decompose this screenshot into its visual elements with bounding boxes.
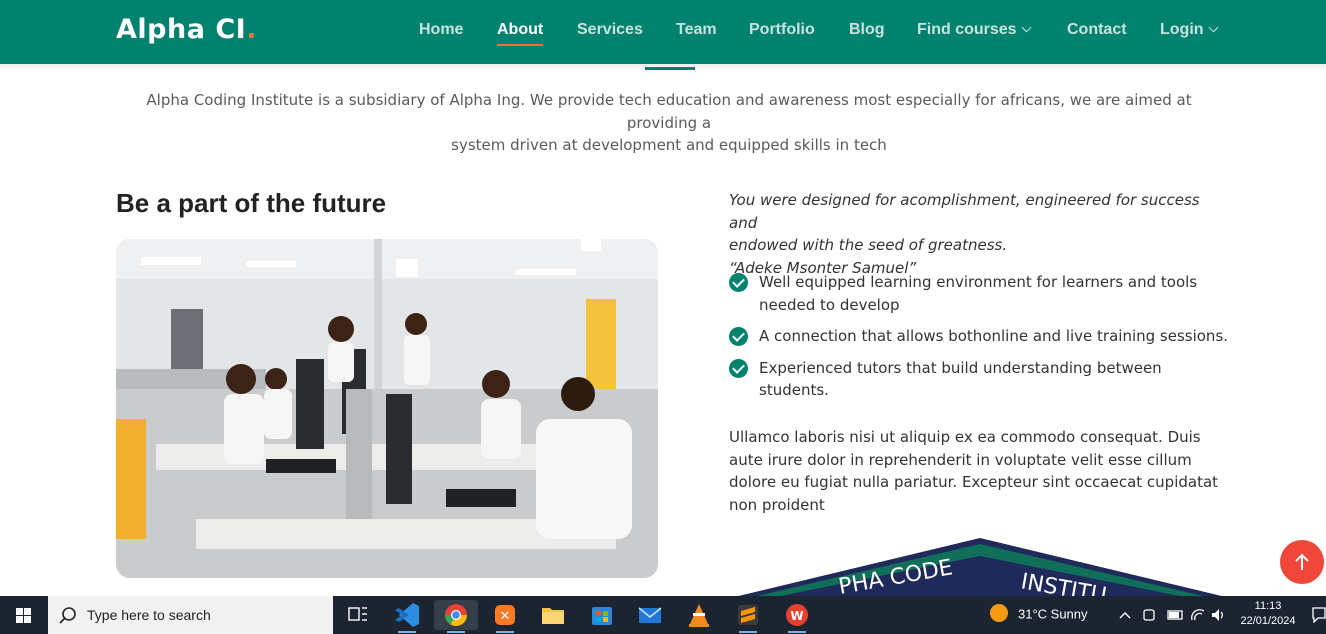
about-intro-line: system driven at development and equippe… xyxy=(451,136,887,154)
section-heading: Be a part of the future xyxy=(116,188,387,218)
quote-text: endowed with the seed of greatness. xyxy=(729,236,1008,254)
svg-text:W: W xyxy=(790,609,803,623)
quote-block: You were designed for acomplishment, eng… xyxy=(729,189,1229,279)
start-button[interactable] xyxy=(0,596,48,634)
chevron-down-icon xyxy=(1021,22,1032,33)
quote-text: You were designed for acomplishment, eng… xyxy=(729,191,1200,232)
wps-office-icon[interactable]: W xyxy=(775,600,819,633)
feature-text: Well equipped learning environment for l… xyxy=(759,273,1198,314)
chevron-up-icon xyxy=(1119,612,1131,619)
institute-badge-logo: PHA CODE INSTITU xyxy=(700,536,1260,598)
chevron-down-icon xyxy=(1208,22,1218,33)
sublime-text-icon[interactable] xyxy=(726,600,770,633)
task-view-icon[interactable] xyxy=(336,600,380,630)
nav-services[interactable]: Services xyxy=(577,21,643,39)
about-intro-line: Alpha Coding Institute is a subsidiary o… xyxy=(146,91,1192,132)
meet-now-icon xyxy=(1143,609,1155,621)
badge-shape: PHA CODE INSTITU xyxy=(730,538,1230,598)
about-paragraph: Ullamco laboris nisi ut aliquip ex ea co… xyxy=(729,428,1219,514)
nav-portfolio[interactable]: Portfolio xyxy=(749,21,815,39)
nav-blog[interactable]: Blog xyxy=(849,21,885,39)
svg-text:✕: ✕ xyxy=(500,609,511,624)
speaker-icon xyxy=(1212,609,1219,621)
nav-home[interactable]: Home xyxy=(419,21,463,39)
check-circle-icon xyxy=(729,358,748,378)
vscode-icon[interactable] xyxy=(385,600,429,633)
feature-text: A connection that allows bothonline and … xyxy=(759,327,1229,345)
classroom-illustration xyxy=(116,239,658,578)
weather-widget[interactable]: 31°C Sunny xyxy=(990,604,1088,624)
list-item: Experienced tutors that build understand… xyxy=(729,357,1229,402)
xampp-icon[interactable]: ✕ xyxy=(483,600,527,633)
search-icon xyxy=(59,607,76,624)
search-placeholder: Type here to search xyxy=(87,607,211,623)
feature-list: Well equipped learning environment for l… xyxy=(729,271,1229,411)
weather-text: 31°C Sunny xyxy=(1018,606,1088,622)
site-header: Alpha CI. Home About Services Team Portf… xyxy=(0,0,1326,64)
nav-login-label: Login xyxy=(1160,21,1204,38)
nav-find-courses-label: Find courses xyxy=(917,21,1017,38)
notification-icon[interactable] xyxy=(1312,607,1326,627)
nav-contact[interactable]: Contact xyxy=(1067,21,1127,39)
check-circle-icon xyxy=(729,327,748,346)
nav-login[interactable]: Login xyxy=(1160,21,1218,39)
main-nav: Home About Services Team Portfolio Blog … xyxy=(0,0,1326,64)
sun-icon xyxy=(990,604,1008,622)
nav-find-courses[interactable]: Find courses xyxy=(917,21,1032,39)
chrome-icon[interactable] xyxy=(434,600,478,633)
microsoft-store-icon[interactable] xyxy=(580,600,624,630)
arrow-up-icon xyxy=(1295,553,1309,570)
check-circle-icon xyxy=(729,273,748,292)
windows-logo-icon xyxy=(16,608,31,623)
about-intro: Alpha Coding Institute is a subsidiary o… xyxy=(110,89,1228,157)
nav-team[interactable]: Team xyxy=(676,21,717,39)
taskbar-search-input[interactable]: Type here to search xyxy=(48,596,333,634)
nav-about[interactable]: About xyxy=(497,21,544,46)
windows-taskbar: Type here to search ✕ W 31°C Sunny 11:13… xyxy=(0,596,1326,634)
section-title-underline xyxy=(645,67,695,70)
clock-time: 11:13 xyxy=(1254,600,1282,612)
mail-icon[interactable] xyxy=(628,600,672,630)
clock-date: 22/01/2024 xyxy=(1240,615,1296,627)
wifi-icon xyxy=(1191,609,1205,621)
students-lab-photo xyxy=(116,239,658,578)
list-item: A connection that allows bothonline and … xyxy=(729,325,1229,348)
vlc-icon[interactable] xyxy=(677,600,721,630)
system-tray xyxy=(1118,606,1228,627)
list-item: Well equipped learning environment for l… xyxy=(729,271,1229,316)
taskbar-clock[interactable]: 11:13 22/01/2024 xyxy=(1232,599,1304,629)
back-to-top-button[interactable] xyxy=(1280,540,1324,584)
feature-text: Experienced tutors that build understand… xyxy=(759,358,1162,400)
file-explorer-icon[interactable] xyxy=(531,600,575,630)
